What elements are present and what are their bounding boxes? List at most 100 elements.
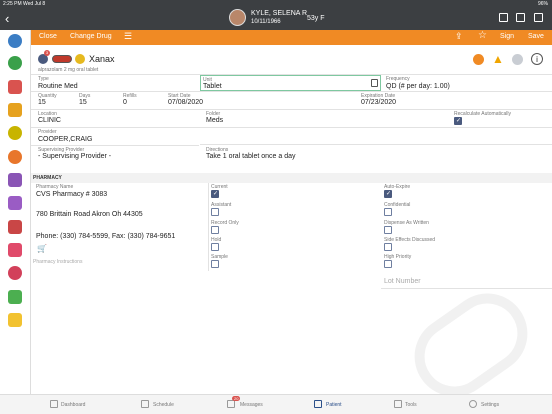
unit-value: Tablet	[203, 83, 222, 90]
confidential-checkbox[interactable]	[384, 208, 392, 216]
current-checkbox[interactable]	[211, 190, 219, 198]
change-drug-button[interactable]: Change Drug	[70, 33, 112, 40]
patient-header: ‹ KYLE, SELENA R 10/11/1966 53y F	[0, 7, 552, 30]
back-chevron-icon[interactable]: ‹	[5, 11, 9, 26]
folder-value[interactable]: Meds	[206, 117, 223, 124]
clipboard-icon[interactable]	[8, 103, 22, 117]
clipboard-icon[interactable]	[534, 13, 543, 22]
calendar-icon	[141, 400, 149, 408]
directions-value[interactable]: Take 1 oral tablet once a day	[206, 153, 296, 160]
record-only-checkbox[interactable]	[211, 226, 219, 234]
assistant-checkbox[interactable]	[211, 208, 219, 216]
chart-icon[interactable]	[8, 80, 22, 94]
divider	[381, 288, 552, 289]
auto-expire-checkbox[interactable]	[384, 190, 392, 198]
patient-icon	[314, 400, 322, 408]
provider-label: Provider	[38, 129, 57, 135]
side-effects-label: Side Effects Discussed	[384, 237, 436, 243]
recalculate-checkbox[interactable]	[454, 117, 462, 125]
checklist-icon[interactable]: ☰	[124, 31, 132, 42]
lot-number-field[interactable]: Lot Number	[384, 278, 421, 285]
pill-icon[interactable]	[8, 150, 22, 164]
tab-messages[interactable]: Messages	[240, 402, 263, 408]
pharmacy-section-header: PHARMACY	[31, 173, 552, 183]
high-priority-checkbox[interactable]	[384, 260, 392, 268]
bottom-tab-bar: Dashboard Schedule 20 Messages Patient T…	[0, 394, 552, 414]
days-value[interactable]: 15	[79, 99, 87, 106]
tab-patient[interactable]: Patient	[326, 402, 342, 408]
tab-dashboard[interactable]: Dashboard	[61, 402, 85, 408]
unit-field[interactable]: Unit Tablet	[200, 75, 381, 91]
expiration-date-value[interactable]: 07/23/2020	[361, 99, 396, 106]
pharmacy-address: 780 Brittain Road Akron Oh 44305	[36, 211, 143, 218]
sticky-note-icon[interactable]	[8, 313, 22, 327]
dispense-as-written-checkbox[interactable]	[384, 226, 392, 234]
frequency-label: Frequency	[386, 76, 410, 82]
patient-avatar[interactable]	[229, 9, 246, 26]
document-icon[interactable]	[8, 196, 22, 210]
alert-count-badge: 3	[44, 50, 50, 56]
mail-icon[interactable]	[499, 13, 508, 22]
divider	[31, 127, 552, 128]
save-button[interactable]: Save	[528, 33, 544, 40]
tab-schedule[interactable]: Schedule	[153, 402, 174, 408]
pharmacy-name: CVS Pharmacy # 3083	[36, 191, 108, 198]
tab-settings[interactable]: Settings	[481, 402, 499, 408]
tab-tools[interactable]: Tools	[405, 402, 417, 408]
sample-checkbox[interactable]	[211, 260, 219, 268]
interaction-icon[interactable]	[473, 54, 484, 65]
drug-generic: alprazolam 2 mg oral tablet	[38, 67, 99, 73]
dollar-icon[interactable]	[8, 56, 22, 70]
location-value[interactable]: CLINIC	[38, 117, 61, 124]
pharmacy-phone: Phone: (330) 784-5599, Fax: (330) 784-96…	[36, 233, 176, 240]
wrench-icon	[394, 400, 402, 408]
pharmacy-instructions-field[interactable]: Pharmacy Instructions	[33, 259, 82, 265]
envelope-icon	[227, 400, 235, 408]
type-label: Type	[38, 76, 49, 82]
pharmacy-panel[interactable]: Pharmacy Name CVS Pharmacy # 3083 780 Br…	[31, 183, 209, 271]
dashboard-icon	[50, 400, 58, 408]
pharmacy-name-label: Pharmacy Name	[36, 184, 74, 190]
divider	[31, 145, 199, 146]
provider-value[interactable]: COOPER,CRAIG	[38, 136, 92, 143]
divider	[31, 109, 552, 110]
divider	[200, 144, 552, 145]
gear-icon	[469, 400, 477, 408]
link-icon[interactable]	[512, 54, 523, 65]
star-icon[interactable]: ☆	[478, 30, 487, 41]
share-icon[interactable]: ⇪	[455, 31, 463, 42]
frequency-value[interactable]: QD (# per day: 1.00)	[386, 83, 450, 90]
patient-name: KYLE, SELENA R	[251, 10, 308, 17]
watermark-pill-logo	[398, 277, 544, 413]
ribbon-icon[interactable]	[8, 243, 22, 257]
left-sidebar	[0, 30, 31, 394]
drug-name: Xanax	[89, 54, 115, 64]
type-value[interactable]: Routine Med	[38, 83, 78, 90]
quantity-value[interactable]: 15	[38, 99, 46, 106]
hold-checkbox[interactable]	[211, 243, 219, 251]
status-bar: 2:25 PM Wed Jul 8 96%	[0, 0, 552, 7]
book-icon[interactable]	[8, 290, 22, 304]
sign-button[interactable]: Sign	[500, 33, 514, 40]
person-icon[interactable]	[8, 34, 22, 48]
supervising-value[interactable]: - Supervising Provider -	[38, 153, 111, 160]
atom-icon[interactable]	[8, 126, 22, 140]
patient-age-sex: 53y F	[307, 15, 325, 22]
prescription-form: 3 Xanax alprazolam 2 mg oral tablet ▲ i …	[31, 45, 552, 413]
contact-card-icon[interactable]	[516, 13, 525, 22]
info-icon[interactable]: i	[531, 53, 543, 65]
warning-icon[interactable]: ▲	[492, 52, 504, 66]
start-date-value[interactable]: 07/08/2020	[168, 99, 203, 106]
cart-icon[interactable]: 🛒	[37, 244, 47, 253]
calculator-icon[interactable]	[371, 79, 378, 87]
messages-badge: 20	[232, 396, 241, 401]
patient-dob: 10/11/1966	[251, 19, 281, 25]
heart-icon[interactable]	[8, 266, 22, 280]
syringe-icon[interactable]	[8, 220, 22, 234]
refills-value[interactable]: 0	[123, 99, 127, 106]
toolbar: Close Change Drug ☰ ⇪ ☆ Sign Save	[31, 30, 552, 45]
test-tube-icon[interactable]	[8, 173, 22, 187]
side-effects-checkbox[interactable]	[384, 243, 392, 251]
recalculate-label: Recalculate Automatically	[454, 111, 511, 117]
close-button[interactable]: Close	[39, 33, 57, 40]
